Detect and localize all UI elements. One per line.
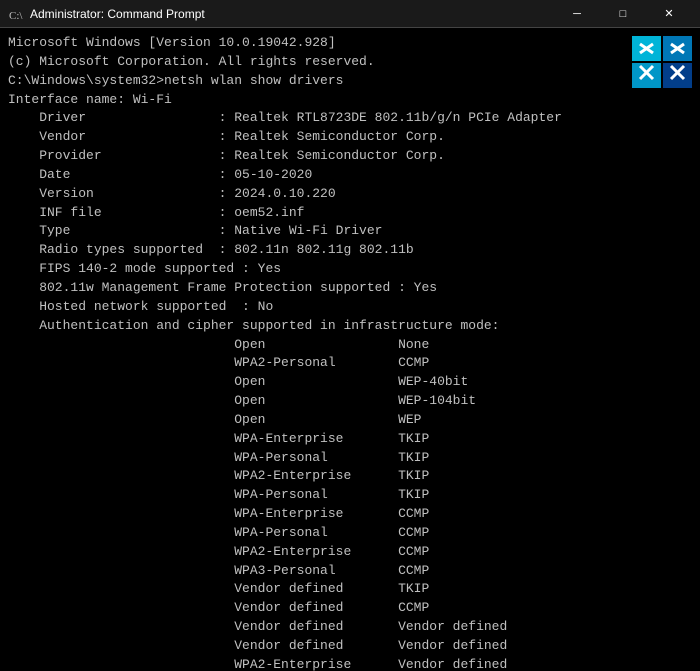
- terminal-line: WPA-Personal CCMP: [8, 524, 692, 543]
- terminal-line: WPA2-Personal CCMP: [8, 354, 692, 373]
- terminal-line: WPA2-Enterprise Vendor defined: [8, 656, 692, 671]
- terminal-line: (c) Microsoft Corporation. All rights re…: [8, 53, 692, 72]
- terminal-line: Driver : Realtek RTL8723DE 802.11b/g/n P…: [8, 109, 692, 128]
- terminal-line: Vendor defined TKIP: [8, 580, 692, 599]
- terminal-line: INF file : oem52.inf: [8, 204, 692, 223]
- terminal-line: WPA-Enterprise TKIP: [8, 430, 692, 449]
- terminal-line: Version : 2024.0.10.220: [8, 185, 692, 204]
- terminal-line: WPA3-Personal CCMP: [8, 562, 692, 581]
- terminal-line: Open WEP-40bit: [8, 373, 692, 392]
- svg-text:C:\: C:\: [9, 10, 23, 22]
- maximize-button[interactable]: □: [600, 0, 646, 28]
- window-controls: ─ □ ✕: [554, 0, 692, 28]
- minimize-button[interactable]: ─: [554, 0, 600, 28]
- terminal-output: Microsoft Windows [Version 10.0.19042.92…: [8, 34, 692, 671]
- terminal-line: Microsoft Windows [Version 10.0.19042.92…: [8, 34, 692, 53]
- terminal-line: Date : 05-10-2020: [8, 166, 692, 185]
- terminal-line: Radio types supported : 802.11n 802.11g …: [8, 241, 692, 260]
- terminal-line: Vendor defined Vendor defined: [8, 637, 692, 656]
- terminal-line: Hosted network supported : No: [8, 298, 692, 317]
- terminal-line: Interface name: Wi-Fi: [8, 91, 692, 110]
- close-button[interactable]: ✕: [646, 0, 692, 28]
- terminal-line: Open None: [8, 336, 692, 355]
- title-bar: C:\ Administrator: Command Prompt ─ □ ✕: [0, 0, 700, 28]
- terminal-line: WPA-Personal TKIP: [8, 449, 692, 468]
- brand-logo: [632, 36, 692, 88]
- terminal-line: FIPS 140-2 mode supported : Yes: [8, 260, 692, 279]
- terminal-line: Vendor defined CCMP: [8, 599, 692, 618]
- terminal-line: Vendor defined Vendor defined: [8, 618, 692, 637]
- terminal-line: C:\Windows\system32>netsh wlan show driv…: [8, 72, 692, 91]
- window-title: Administrator: Command Prompt: [30, 7, 554, 21]
- terminal-line: Open WEP-104bit: [8, 392, 692, 411]
- terminal-body: Microsoft Windows [Version 10.0.19042.92…: [0, 28, 700, 671]
- terminal-line: WPA2-Enterprise TKIP: [8, 467, 692, 486]
- terminal-line: Provider : Realtek Semiconductor Corp.: [8, 147, 692, 166]
- terminal-line: WPA-Personal TKIP: [8, 486, 692, 505]
- terminal-line: Type : Native Wi-Fi Driver: [8, 222, 692, 241]
- terminal-line: 802.11w Management Frame Protection supp…: [8, 279, 692, 298]
- cmd-icon: C:\: [8, 6, 24, 22]
- terminal-line: WPA2-Enterprise CCMP: [8, 543, 692, 562]
- terminal-line: Open WEP: [8, 411, 692, 430]
- terminal-line: Authentication and cipher supported in i…: [8, 317, 692, 336]
- terminal-line: WPA-Enterprise CCMP: [8, 505, 692, 524]
- terminal-line: Vendor : Realtek Semiconductor Corp.: [8, 128, 692, 147]
